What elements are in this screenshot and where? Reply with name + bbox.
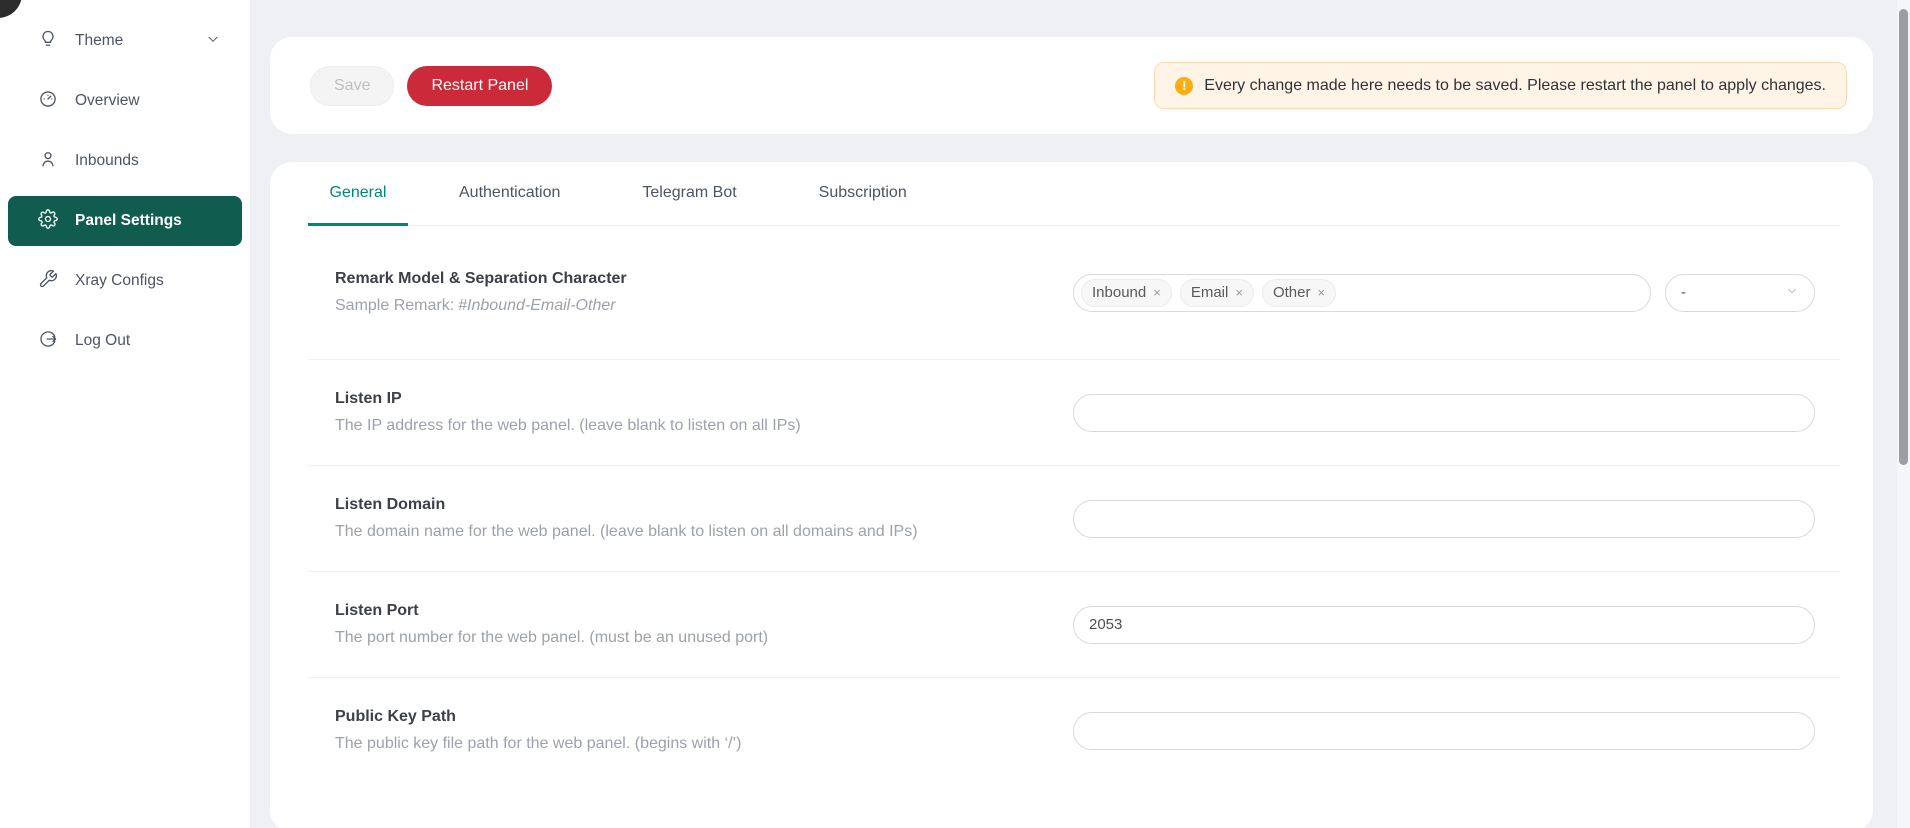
sidebar-item-label: Theme	[75, 32, 123, 50]
sample-remark-prefix: Sample Remark:	[335, 297, 454, 314]
public-key-path-input[interactable]	[1073, 712, 1815, 750]
remove-tag-icon[interactable]: ×	[1153, 286, 1161, 299]
remark-tag-other[interactable]: Other ×	[1262, 279, 1336, 307]
row-controls	[1073, 712, 1815, 750]
field-description: Sample Remark:#Inbound-Email-Other	[335, 297, 1033, 315]
settings-tabs: General Authentication Telegram Bot Subs…	[308, 162, 1840, 226]
row-labels: Remark Model & Separation Character Samp…	[335, 270, 1073, 315]
remove-tag-icon[interactable]: ×	[1317, 286, 1325, 299]
row-labels: Listen Port The port number for the web …	[335, 602, 1073, 647]
tab-subscription[interactable]: Subscription	[788, 162, 938, 226]
tag-label: Inbound	[1092, 284, 1146, 301]
listen-port-input[interactable]	[1073, 606, 1815, 644]
main-content: Save Restart Panel ! Every change made h…	[250, 0, 1910, 828]
separator-selected-value: -	[1681, 284, 1686, 301]
logout-icon	[38, 329, 58, 354]
tag-label: Other	[1273, 284, 1311, 301]
wrench-icon	[38, 269, 58, 294]
sidebar: Theme Overview Inbounds Panel Settings	[0, 0, 250, 828]
field-description: The domain name for the web panel. (leav…	[335, 523, 1033, 541]
toolbar-card: Save Restart Panel ! Every change made h…	[270, 37, 1873, 134]
sidebar-item-overview[interactable]: Overview	[8, 76, 242, 126]
field-label: Public Key Path	[335, 708, 1033, 726]
dashboard-icon	[38, 89, 58, 114]
sidebar-item-label: Panel Settings	[75, 212, 182, 230]
field-label: Remark Model & Separation Character	[335, 270, 1033, 288]
field-description: The IP address for the web panel. (leave…	[335, 417, 1033, 435]
field-label: Listen Port	[335, 602, 1033, 620]
form-row-remark-model: Remark Model & Separation Character Samp…	[308, 226, 1840, 360]
form-row-listen-domain: Listen Domain The domain name for the we…	[308, 466, 1840, 572]
warning-icon: !	[1175, 77, 1193, 95]
row-labels: Listen IP The IP address for the web pan…	[335, 390, 1073, 435]
remark-model-multiselect[interactable]: Inbound × Email × Other ×	[1073, 274, 1651, 312]
row-controls	[1073, 606, 1815, 644]
row-labels: Public Key Path The public key file path…	[335, 708, 1073, 753]
sidebar-item-label: Overview	[75, 92, 140, 110]
sidebar-item-label: Xray Configs	[75, 272, 164, 290]
remark-tag-email[interactable]: Email ×	[1180, 279, 1254, 307]
save-button[interactable]: Save	[310, 66, 394, 106]
chevron-down-icon	[206, 32, 220, 51]
sidebar-item-label: Inbounds	[75, 152, 139, 170]
sample-remark-value: #Inbound-Email-Other	[458, 297, 615, 314]
remove-tag-icon[interactable]: ×	[1235, 286, 1243, 299]
gear-icon	[38, 209, 58, 234]
row-controls: Inbound × Email × Other × -	[1073, 274, 1815, 312]
sidebar-nav: Theme Overview Inbounds Panel Settings	[0, 0, 250, 366]
chevron-down-icon	[1785, 284, 1799, 302]
alert-text: Every change made here needs to be saved…	[1204, 77, 1826, 95]
sidebar-item-panel-settings[interactable]: Panel Settings	[8, 196, 242, 246]
scrollbar	[1897, 0, 1910, 828]
tab-authentication[interactable]: Authentication	[428, 162, 591, 226]
sidebar-item-xray-configs[interactable]: Xray Configs	[8, 256, 242, 306]
field-description: The port number for the web panel. (must…	[335, 629, 1033, 647]
field-label: Listen Domain	[335, 496, 1033, 514]
tab-general[interactable]: General	[308, 162, 408, 226]
form-row-listen-ip: Listen IP The IP address for the web pan…	[308, 360, 1840, 466]
restart-warning-alert: ! Every change made here needs to be sav…	[1154, 62, 1847, 109]
lightbulb-icon	[38, 29, 58, 54]
row-controls	[1073, 394, 1815, 432]
user-icon	[38, 149, 58, 174]
sidebar-item-theme[interactable]: Theme	[8, 16, 242, 66]
form-row-public-key-path: Public Key Path The public key file path…	[308, 678, 1840, 783]
separator-character-select[interactable]: -	[1665, 274, 1815, 312]
scrollbar-thumb[interactable]	[1899, 9, 1908, 465]
sidebar-item-label: Log Out	[75, 332, 130, 350]
listen-domain-input[interactable]	[1073, 500, 1815, 538]
tab-telegram-bot[interactable]: Telegram Bot	[611, 162, 767, 226]
field-label: Listen IP	[335, 390, 1033, 408]
tag-label: Email	[1191, 284, 1229, 301]
row-labels: Listen Domain The domain name for the we…	[335, 496, 1073, 541]
sidebar-item-inbounds[interactable]: Inbounds	[8, 136, 242, 186]
form-row-listen-port: Listen Port The port number for the web …	[308, 572, 1840, 678]
sidebar-item-logout[interactable]: Log Out	[8, 316, 242, 366]
remark-tag-inbound[interactable]: Inbound ×	[1081, 279, 1172, 307]
field-description: The public key file path for the web pan…	[335, 735, 1033, 753]
restart-panel-button[interactable]: Restart Panel	[407, 66, 552, 106]
settings-card: General Authentication Telegram Bot Subs…	[270, 162, 1873, 828]
listen-ip-input[interactable]	[1073, 394, 1815, 432]
row-controls	[1073, 500, 1815, 538]
